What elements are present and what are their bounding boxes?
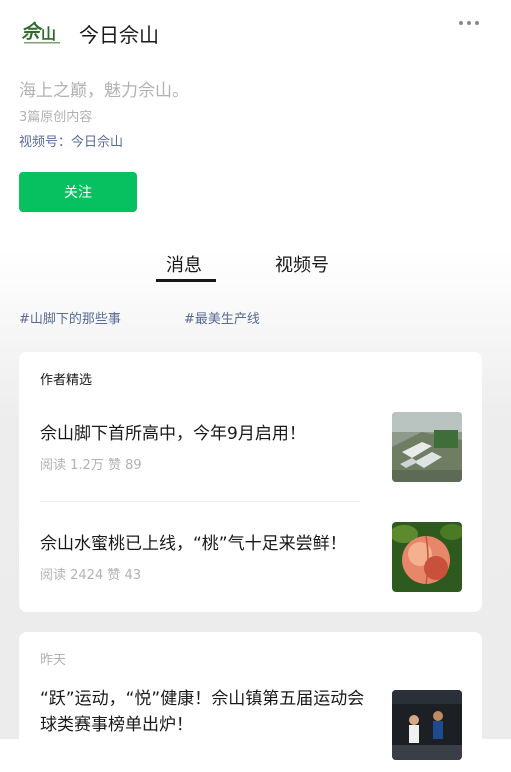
header: 佘 山 今日佘山 [0,0,511,64]
more-horizontal-icon[interactable] [459,21,479,25]
article-title[interactable]: “跃”运动，“悦”健康！佘山镇第五届运动会球类赛事榜单出炉！ [40,686,370,738]
svg-text:山: 山 [41,25,56,43]
tag-shanjiaoxia[interactable]: #山脚下的那些事 [19,308,121,327]
divider [40,501,360,502]
card-heading: 作者精选 [40,373,93,388]
tab-video-channel[interactable]: 视频号 [275,251,329,277]
yesterday-card: 昨天 “跃”运动，“悦”健康！佘山镇第五届运动会球类赛事榜单出炉！ [19,632,482,772]
svg-text:佘: 佘 [21,21,43,43]
account-logo[interactable]: 佘 山 [20,16,64,46]
account-name: 今日佘山 [79,23,159,47]
original-count: 3篇原创内容 [19,110,93,125]
article-thumbnail[interactable] [392,412,462,482]
author-picks-card: 作者精选 佘山脚下首所高中，今年9月启用！ 阅读 1.2万 赞 89 佘山水蜜桃… [19,352,482,612]
article-thumbnail[interactable] [392,522,462,592]
article-title[interactable]: 佘山脚下首所高中，今年9月启用！ [40,421,370,447]
tab-messages[interactable]: 消息 [166,251,202,277]
article-stats: 阅读 1.2万 赞 89 [40,458,142,473]
article-stats: 阅读 2424 赞 43 [40,568,142,583]
date-heading: 昨天 [40,653,67,668]
follow-button[interactable]: 关注 [19,172,137,212]
article-thumbnail[interactable] [392,690,462,760]
article-title[interactable]: 佘山水蜜桃已上线，“桃”气十足来尝鲜！ [40,531,370,557]
account-slogan: 海上之巅，魅力佘山。 [19,81,189,101]
tag-zuimei-shengchanxian[interactable]: #最美生产线 [184,308,260,327]
channel-link[interactable]: 视频号：今日佘山 [19,131,123,150]
active-tab-indicator [156,279,216,282]
